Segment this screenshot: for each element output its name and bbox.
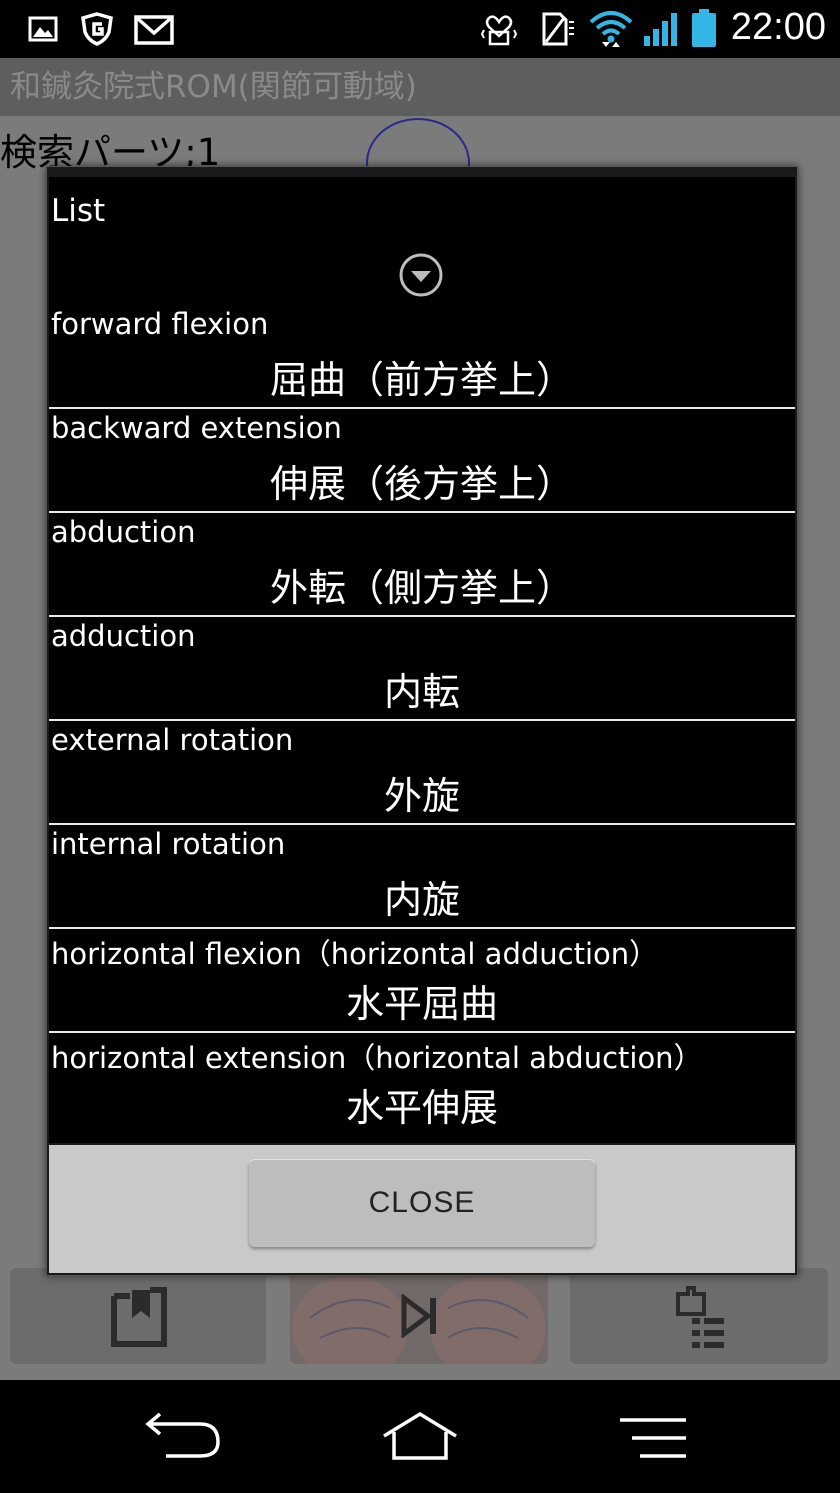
- shield-icon: [81, 12, 113, 46]
- list-item-english: horizontal flexion（horizontal adduction）: [51, 937, 659, 971]
- list-item[interactable]: external rotation 外旋: [49, 721, 795, 825]
- home-icon[interactable]: [380, 1410, 460, 1462]
- list-item-english: backward extension: [51, 411, 342, 445]
- list-item-english: abduction: [51, 515, 196, 549]
- list-item[interactable]: forward flexion 屈曲（前方挙上）: [49, 305, 795, 409]
- dialog-title: List: [51, 193, 106, 229]
- bookmark-icon: [111, 1287, 167, 1347]
- list-item-japanese: 内転: [383, 670, 460, 714]
- wifi-icon: [589, 11, 633, 47]
- skip-next-button[interactable]: [290, 1268, 548, 1364]
- list-item-english: horizontal extension（horizontal abductio…: [51, 1041, 703, 1075]
- menu-icon[interactable]: [618, 1416, 688, 1462]
- chevron-down-icon[interactable]: [398, 252, 444, 298]
- plugin-list-icon: [676, 1286, 724, 1348]
- list-item-japanese: 内旋: [383, 878, 460, 922]
- list-item-japanese: 水平屈曲: [345, 982, 498, 1026]
- list-item[interactable]: abduction 外転（側方挙上）: [49, 513, 795, 617]
- list-item-english: internal rotation: [51, 827, 286, 861]
- list-scroll-area[interactable]: List forward flexion 屈曲（前方挙上） backward e…: [49, 177, 795, 1143]
- list-item[interactable]: backward extension 伸展（後方挙上）: [49, 409, 795, 513]
- list-item[interactable]: internal rotation 内旋: [49, 825, 795, 929]
- list-item[interactable]: adduction 内転: [49, 617, 795, 721]
- close-button[interactable]: CLOSE: [249, 1159, 595, 1247]
- list-item[interactable]: horizontal extension（horizontal abductio…: [49, 1033, 795, 1135]
- image-icon: [28, 16, 58, 42]
- list-item-english: external rotation: [51, 723, 294, 757]
- list-settings-button[interactable]: [570, 1268, 828, 1364]
- list-item[interactable]: horizontal flexion（horizontal adduction）…: [49, 929, 795, 1033]
- list-item-english: forward flexion: [51, 307, 269, 341]
- list-dialog: List forward flexion 屈曲（前方挙上） backward e…: [46, 166, 798, 1276]
- skip-next-icon: [401, 1294, 436, 1338]
- status-clock: 22:00: [730, 6, 826, 48]
- list-item-english: adduction: [51, 619, 196, 653]
- list-item-japanese: 伸展（後方挙上）: [269, 462, 574, 506]
- gmail-icon: [134, 15, 174, 45]
- battery-icon: [692, 9, 716, 47]
- dialog-footer: CLOSE: [49, 1145, 795, 1273]
- list-item-japanese: 屈曲（前方挙上）: [269, 358, 574, 402]
- joint-motion-list: forward flexion 屈曲（前方挙上） backward extens…: [49, 305, 795, 1135]
- list-item-japanese: 外旋: [383, 774, 460, 818]
- list-item-japanese: 外転（側方挙上）: [269, 566, 574, 610]
- vibrate-icon: [480, 15, 518, 46]
- list-item-japanese: 水平伸展: [345, 1086, 498, 1130]
- no-sim-icon: [542, 12, 574, 46]
- back-icon[interactable]: [144, 1410, 222, 1460]
- status-bar: 22:00: [0, 0, 840, 58]
- signal-icon: [644, 13, 677, 46]
- app-title-bar: 和鍼灸院式ROM(関節可動域): [0, 58, 840, 116]
- bookmark-button[interactable]: [10, 1268, 266, 1364]
